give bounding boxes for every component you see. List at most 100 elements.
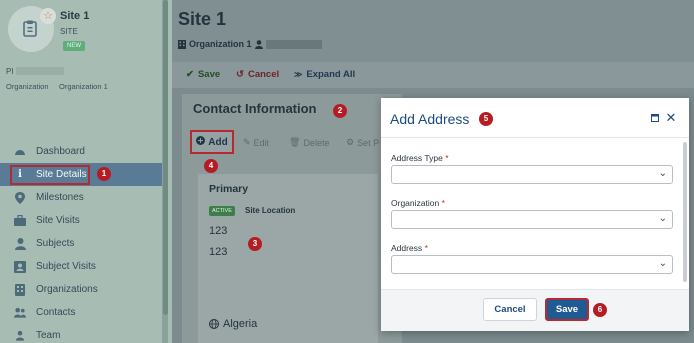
dialog-title: Add Address	[390, 111, 470, 127]
org-breadcrumb: Organization 1	[178, 39, 322, 49]
close-icon[interactable]: ✕	[665, 111, 677, 125]
sidebar-item-label: Site Visits	[36, 215, 80, 226]
undo-icon: ↺	[236, 69, 244, 80]
map-pin-icon	[14, 191, 26, 204]
address-type-select[interactable]: ⌄	[391, 165, 673, 184]
step-badge-6: 6	[593, 303, 607, 317]
sidebar-item-label: Team	[36, 330, 61, 341]
sidebar-scrollbar-thumb[interactable]	[163, 0, 168, 315]
sidebar-item-contacts[interactable]: Contacts	[0, 301, 162, 324]
status-badge: NEW	[63, 41, 85, 51]
sidebar-item-organizations[interactable]: Organizations	[0, 278, 162, 301]
step-badge-4: 4	[204, 159, 218, 173]
highlight-site-details	[10, 165, 90, 185]
sidebar-item-team[interactable]: Team	[0, 324, 162, 343]
sidebar-item-dashboard[interactable]: Dashboard	[0, 140, 162, 163]
pi-value-redacted	[16, 67, 64, 75]
required-marker: *	[424, 243, 428, 253]
add-contact-button[interactable]: Add	[190, 130, 234, 154]
organization-select[interactable]: ⌄	[391, 210, 673, 229]
field-label-text: Organization	[391, 198, 440, 208]
cancel-label: Cancel	[247, 69, 280, 80]
briefcase-icon	[14, 215, 26, 227]
sidebar-item-label: Dashboard	[36, 146, 85, 157]
chevron-down-icon: ⌄	[658, 258, 667, 269]
address-line-2: 123	[209, 246, 228, 258]
gear-icon: ⚙	[346, 137, 355, 147]
address-line-1: 123	[209, 225, 228, 237]
required-marker: *	[441, 198, 445, 208]
step-badge-1: 1	[97, 167, 111, 181]
save-button[interactable]: ✔ Save	[186, 69, 220, 80]
person-icon	[14, 237, 26, 250]
organization-label: Organization *	[391, 198, 445, 208]
site-name: Site 1	[60, 10, 90, 22]
address-title: Primary	[209, 183, 249, 195]
set-primary-button[interactable]: ⚙ Set P	[346, 137, 379, 148]
pi-label: PI	[6, 67, 14, 76]
sidebar-item-site-visits[interactable]: Site Visits	[0, 209, 162, 232]
sidebar-item-milestones[interactable]: Milestones	[0, 186, 162, 209]
sidebar-item-label: Subject Visits	[36, 261, 96, 272]
delete-button[interactable]: 🗑 Delete	[289, 137, 329, 148]
chevron-down-icon: ⌄	[658, 168, 667, 179]
section-title: Contact Information	[193, 101, 317, 116]
building-icon	[14, 283, 26, 296]
cancel-button[interactable]: ↺ Cancel	[236, 69, 279, 80]
field-label-text: Address Type	[391, 153, 443, 163]
dashboard-icon	[14, 146, 26, 158]
sidebar-item-label: Organizations	[36, 284, 98, 295]
expand-all-button[interactable]: ≫ Expand All	[294, 69, 355, 80]
expand-label: Expand All	[306, 69, 356, 80]
status-badge: ACTIVE	[209, 206, 235, 216]
person-card-icon	[14, 260, 26, 273]
page-title: Site 1	[178, 9, 227, 29]
maximize-icon[interactable]	[650, 113, 660, 123]
add-label: Add	[208, 136, 228, 148]
org-name: Organization 1	[189, 39, 252, 49]
edit-button[interactable]: ✎ Edit	[243, 137, 269, 148]
check-icon: ✔	[186, 69, 194, 80]
address-type: Site Location	[245, 206, 296, 215]
set-label: Set P	[357, 137, 380, 148]
dialog-scrollbar[interactable]	[683, 142, 687, 282]
team-icon	[14, 330, 26, 342]
plus-circle-icon	[196, 136, 206, 148]
page-header	[172, 0, 694, 62]
step-badge-5: 5	[479, 112, 493, 126]
step-badge-2: 2	[333, 104, 347, 118]
address-country: Algeria	[209, 318, 257, 330]
required-marker: *	[445, 153, 449, 163]
dialog-cancel-button[interactable]: Cancel	[483, 298, 537, 321]
edit-label: Edit	[253, 137, 270, 148]
trash-icon: 🗑	[289, 137, 301, 147]
sidebar-item-label: Contacts	[36, 307, 76, 318]
sidebar-item-label: Milestones	[36, 192, 84, 203]
address-select[interactable]: ⌄	[391, 255, 673, 274]
save-label: Save	[197, 69, 221, 80]
clipboard-icon	[23, 20, 37, 37]
step-badge-3: 3	[248, 237, 262, 251]
dialog-save-button[interactable]: Save	[545, 298, 589, 321]
address-label: Address *	[391, 243, 428, 253]
org-value: Organization 1	[59, 82, 108, 91]
add-address-dialog: Add Address 5 ✕ Address Type * ⌄ Organiz…	[381, 98, 689, 331]
country-name: Algeria	[223, 318, 258, 330]
dialog-header: Add Address 5 ✕	[381, 98, 689, 138]
user-icon	[254, 39, 263, 49]
address-type-label: Address Type *	[391, 153, 449, 163]
people-icon	[14, 307, 26, 319]
sidebar-item-subjects[interactable]: Subjects	[0, 232, 162, 255]
org-label: Organization	[6, 82, 49, 91]
chevron-down-icon: ⌄	[658, 213, 667, 224]
delete-label: Delete	[303, 137, 330, 148]
globe-icon	[209, 319, 219, 329]
pencil-icon: ✎	[243, 137, 251, 147]
user-redacted	[265, 39, 322, 49]
sidebar-item-subject-visits[interactable]: Subject Visits	[0, 255, 162, 278]
sidebar-item-label: Subjects	[36, 238, 75, 249]
chevrons-down-icon: ≫	[294, 70, 303, 79]
field-label-text: Address	[391, 243, 423, 253]
site-type: SITE	[60, 27, 78, 36]
favorite-star-icon[interactable]: ☆	[40, 8, 56, 24]
